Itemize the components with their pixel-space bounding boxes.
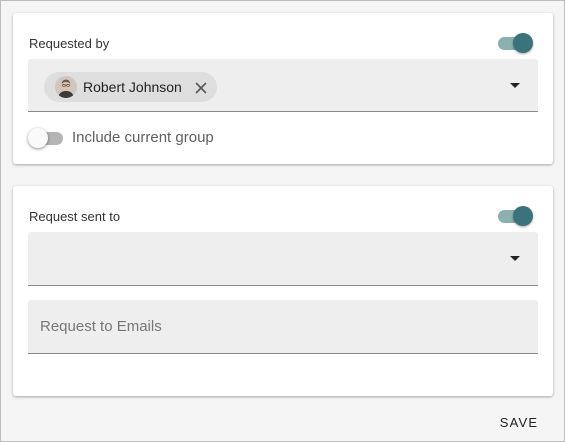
requested-by-select[interactable]: Robert Johnson (28, 59, 538, 112)
close-icon[interactable] (195, 81, 207, 94)
chevron-down-icon[interactable] (510, 83, 520, 88)
chip-user-name: Robert Johnson (83, 79, 182, 95)
request-sent-to-select[interactable] (28, 232, 538, 286)
dialog-frame: Requested by Robert Johnson Include curr… (0, 0, 565, 442)
toggle-thumb (513, 33, 533, 53)
emails-placeholder: Request to Emails (40, 318, 162, 335)
save-button[interactable]: SAVE (493, 411, 545, 435)
chevron-down-icon[interactable] (510, 256, 520, 261)
toggle-thumb (28, 128, 48, 148)
person-avatar-icon (55, 76, 77, 98)
requested-by-card: Requested by Robert Johnson Include curr… (13, 13, 553, 164)
include-current-group-label: Include current group (72, 129, 214, 146)
toggle-thumb (513, 206, 533, 226)
user-chip[interactable]: Robert Johnson (44, 72, 217, 102)
request-sent-to-card: Request sent to Request to Emails (13, 186, 553, 396)
request-to-emails-field[interactable]: Request to Emails (28, 300, 538, 354)
requested-by-label: Requested by (29, 36, 110, 51)
requested-by-toggle[interactable] (497, 33, 533, 53)
request-sent-to-toggle[interactable] (497, 206, 533, 226)
request-sent-to-label: Request sent to (29, 209, 121, 224)
include-current-group-toggle[interactable] (28, 128, 64, 148)
